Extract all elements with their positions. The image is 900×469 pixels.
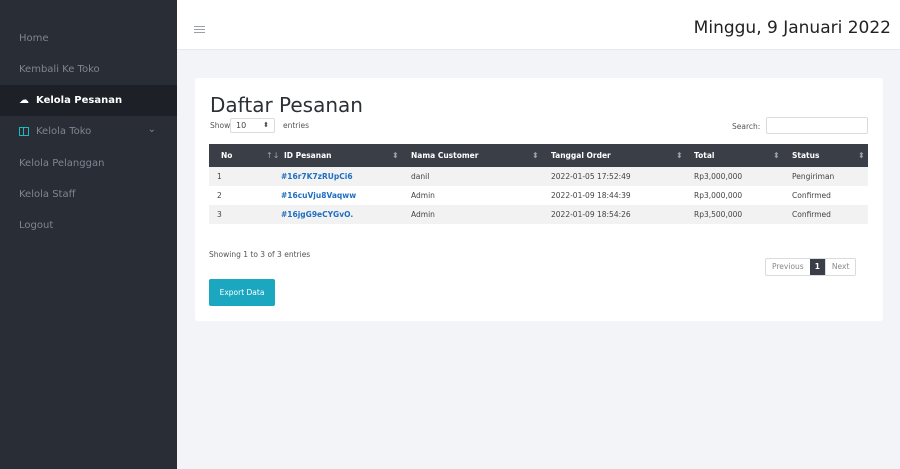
cell-status: Confirmed <box>792 210 831 219</box>
cell-date: 2022-01-05 17:52:49 <box>551 172 631 181</box>
sidebar-item-home[interactable]: Home <box>0 23 177 54</box>
page-1-button[interactable]: 1 <box>809 259 825 275</box>
cell-total: Rp3,000,000 <box>694 172 743 181</box>
sidebar-item-label: Kelola Pelanggan <box>19 158 105 169</box>
column-header-customer[interactable]: Nama Customer <box>411 144 478 167</box>
cell-no: 2 <box>217 191 222 200</box>
cell-date: 2022-01-09 18:54:26 <box>551 210 631 219</box>
column-header-total[interactable]: Total <box>694 144 715 167</box>
cell-order-id[interactable]: #16jgG9eCYGvO. <box>281 205 353 224</box>
orders-table: No ↑↓ ID Pesanan ⬍ Nama Customer ⬍ Tangg… <box>209 144 868 224</box>
column-header-no[interactable]: No <box>221 144 232 167</box>
sidebar-item-kelola-staff[interactable]: Kelola Staff <box>0 179 177 210</box>
cell-customer: danil <box>411 172 430 181</box>
sidebar-item-kembali-ke-toko[interactable]: Kembali Ke Toko <box>0 54 177 85</box>
cell-customer: Admin <box>411 191 435 200</box>
sort-asc-icon[interactable]: ↑↓ <box>266 144 279 167</box>
show-label: Show <box>210 121 231 130</box>
previous-button[interactable]: Previous <box>766 259 810 275</box>
search-label: Search: <box>732 122 761 131</box>
pagination: Previous 1 Next <box>765 258 857 276</box>
next-button[interactable]: Next <box>824 259 855 275</box>
topbar: Minggu, 9 Januari 2022 <box>177 0 900 50</box>
sort-icon[interactable]: ⬍ <box>532 144 539 167</box>
cell-order-id[interactable]: #16r7K7zRUpCi6 <box>281 167 353 186</box>
column-header-date[interactable]: Tanggal Order <box>551 144 611 167</box>
orders-card: Daftar Pesanan Show 10 ⬍ entries Search:… <box>195 78 883 321</box>
cell-customer: Admin <box>411 210 435 219</box>
sidebar-item-label: Kelola Staff <box>19 189 76 200</box>
sidebar-item-kelola-pesanan[interactable]: ☁ Kelola Pesanan <box>0 85 177 116</box>
sort-icon[interactable]: ⬍ <box>773 144 780 167</box>
sidebar-item-kelola-toko[interactable]: Kelola Toko ⌄ <box>0 116 177 147</box>
table-row: 1 #16r7K7zRUpCi6 danil 2022-01-05 17:52:… <box>209 167 868 186</box>
column-header-status[interactable]: Status <box>792 144 819 167</box>
sort-icon[interactable]: ⬍ <box>858 144 865 167</box>
select-arrow-icon: ⬍ <box>263 121 269 129</box>
cell-no: 1 <box>217 172 222 181</box>
cell-status: Pengiriman <box>792 172 835 181</box>
sidebar-item-kelola-pelanggan[interactable]: Kelola Pelanggan <box>0 148 177 179</box>
cell-date: 2022-01-09 18:44:39 <box>551 191 631 200</box>
cell-order-id[interactable]: #16cuVju8Vaqww <box>281 186 356 205</box>
current-date: Minggu, 9 Januari 2022 <box>693 18 891 38</box>
sidebar-item-label: Kembali Ke Toko <box>19 64 100 75</box>
cell-total: Rp3,500,000 <box>694 210 743 219</box>
sidebar: Home Kembali Ke Toko ☁ Kelola Pesanan Ke… <box>0 0 177 469</box>
table-info: Showing 1 to 3 of 3 entries <box>209 250 311 259</box>
sidebar-item-logout[interactable]: Logout <box>0 210 177 241</box>
store-icon <box>19 127 29 136</box>
menu-toggle-icon[interactable] <box>194 26 205 35</box>
cell-total: Rp3,000,000 <box>694 191 743 200</box>
sort-icon[interactable]: ⬍ <box>676 144 683 167</box>
export-data-button[interactable]: Export Data <box>209 279 275 306</box>
table-header: No ↑↓ ID Pesanan ⬍ Nama Customer ⬍ Tangg… <box>209 144 868 167</box>
sort-icon[interactable]: ⬍ <box>392 144 399 167</box>
column-header-id[interactable]: ID Pesanan <box>284 144 331 167</box>
page-length-value: 10 <box>236 121 247 130</box>
entries-label: entries <box>283 121 309 130</box>
sidebar-item-label: Logout <box>19 220 54 231</box>
cell-status: Confirmed <box>792 191 831 200</box>
cloud-icon: ☁ <box>19 95 29 106</box>
page-title: Daftar Pesanan <box>210 93 363 117</box>
search-input[interactable] <box>766 117 868 134</box>
sidebar-item-label: Kelola Toko <box>36 126 92 137</box>
page-length-select[interactable]: 10 ⬍ <box>230 118 275 133</box>
sidebar-item-label: Home <box>19 33 49 44</box>
table-row: 2 #16cuVju8Vaqww Admin 2022-01-09 18:44:… <box>209 186 868 205</box>
table-row: 3 #16jgG9eCYGvO. Admin 2022-01-09 18:54:… <box>209 205 868 224</box>
chevron-down-icon: ⌄ <box>147 124 156 135</box>
sidebar-item-label: Kelola Pesanan <box>36 95 123 106</box>
cell-no: 3 <box>217 210 222 219</box>
